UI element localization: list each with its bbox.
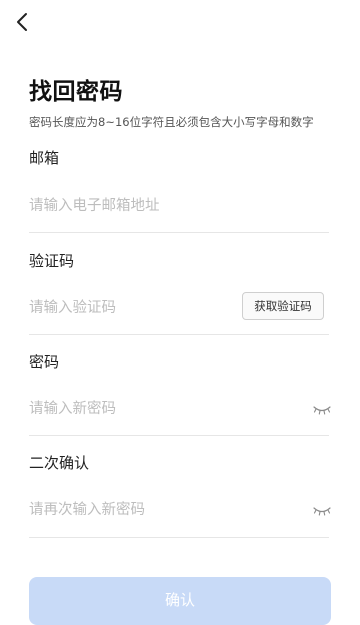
new-password-field[interactable] xyxy=(29,395,289,423)
email-field[interactable] xyxy=(29,192,229,220)
confirm-password-label: 二次确认 xyxy=(29,454,90,472)
password-label: 密码 xyxy=(29,353,60,371)
divider xyxy=(29,537,329,538)
chevron-left-icon xyxy=(15,12,29,36)
confirm-password-field[interactable] xyxy=(29,496,289,524)
confirm-button[interactable]: 确认 xyxy=(29,577,331,625)
email-label: 邮箱 xyxy=(29,149,60,167)
confirm-password-visibility-toggle[interactable] xyxy=(312,503,332,517)
divider xyxy=(29,334,329,335)
divider xyxy=(29,435,329,436)
page-title: 找回密码 xyxy=(29,79,123,105)
divider xyxy=(29,232,329,233)
eye-closed-icon xyxy=(312,503,332,522)
code-field[interactable] xyxy=(29,294,219,322)
back-button[interactable] xyxy=(8,8,36,40)
get-code-button[interactable]: 获取验证码 xyxy=(242,292,324,320)
code-label: 验证码 xyxy=(29,252,75,270)
eye-closed-icon xyxy=(312,402,332,421)
password-visibility-toggle[interactable] xyxy=(312,402,332,416)
password-rule-hint: 密码长度应为8~16位字符且必须包含大小写字母和数字 xyxy=(29,115,314,129)
